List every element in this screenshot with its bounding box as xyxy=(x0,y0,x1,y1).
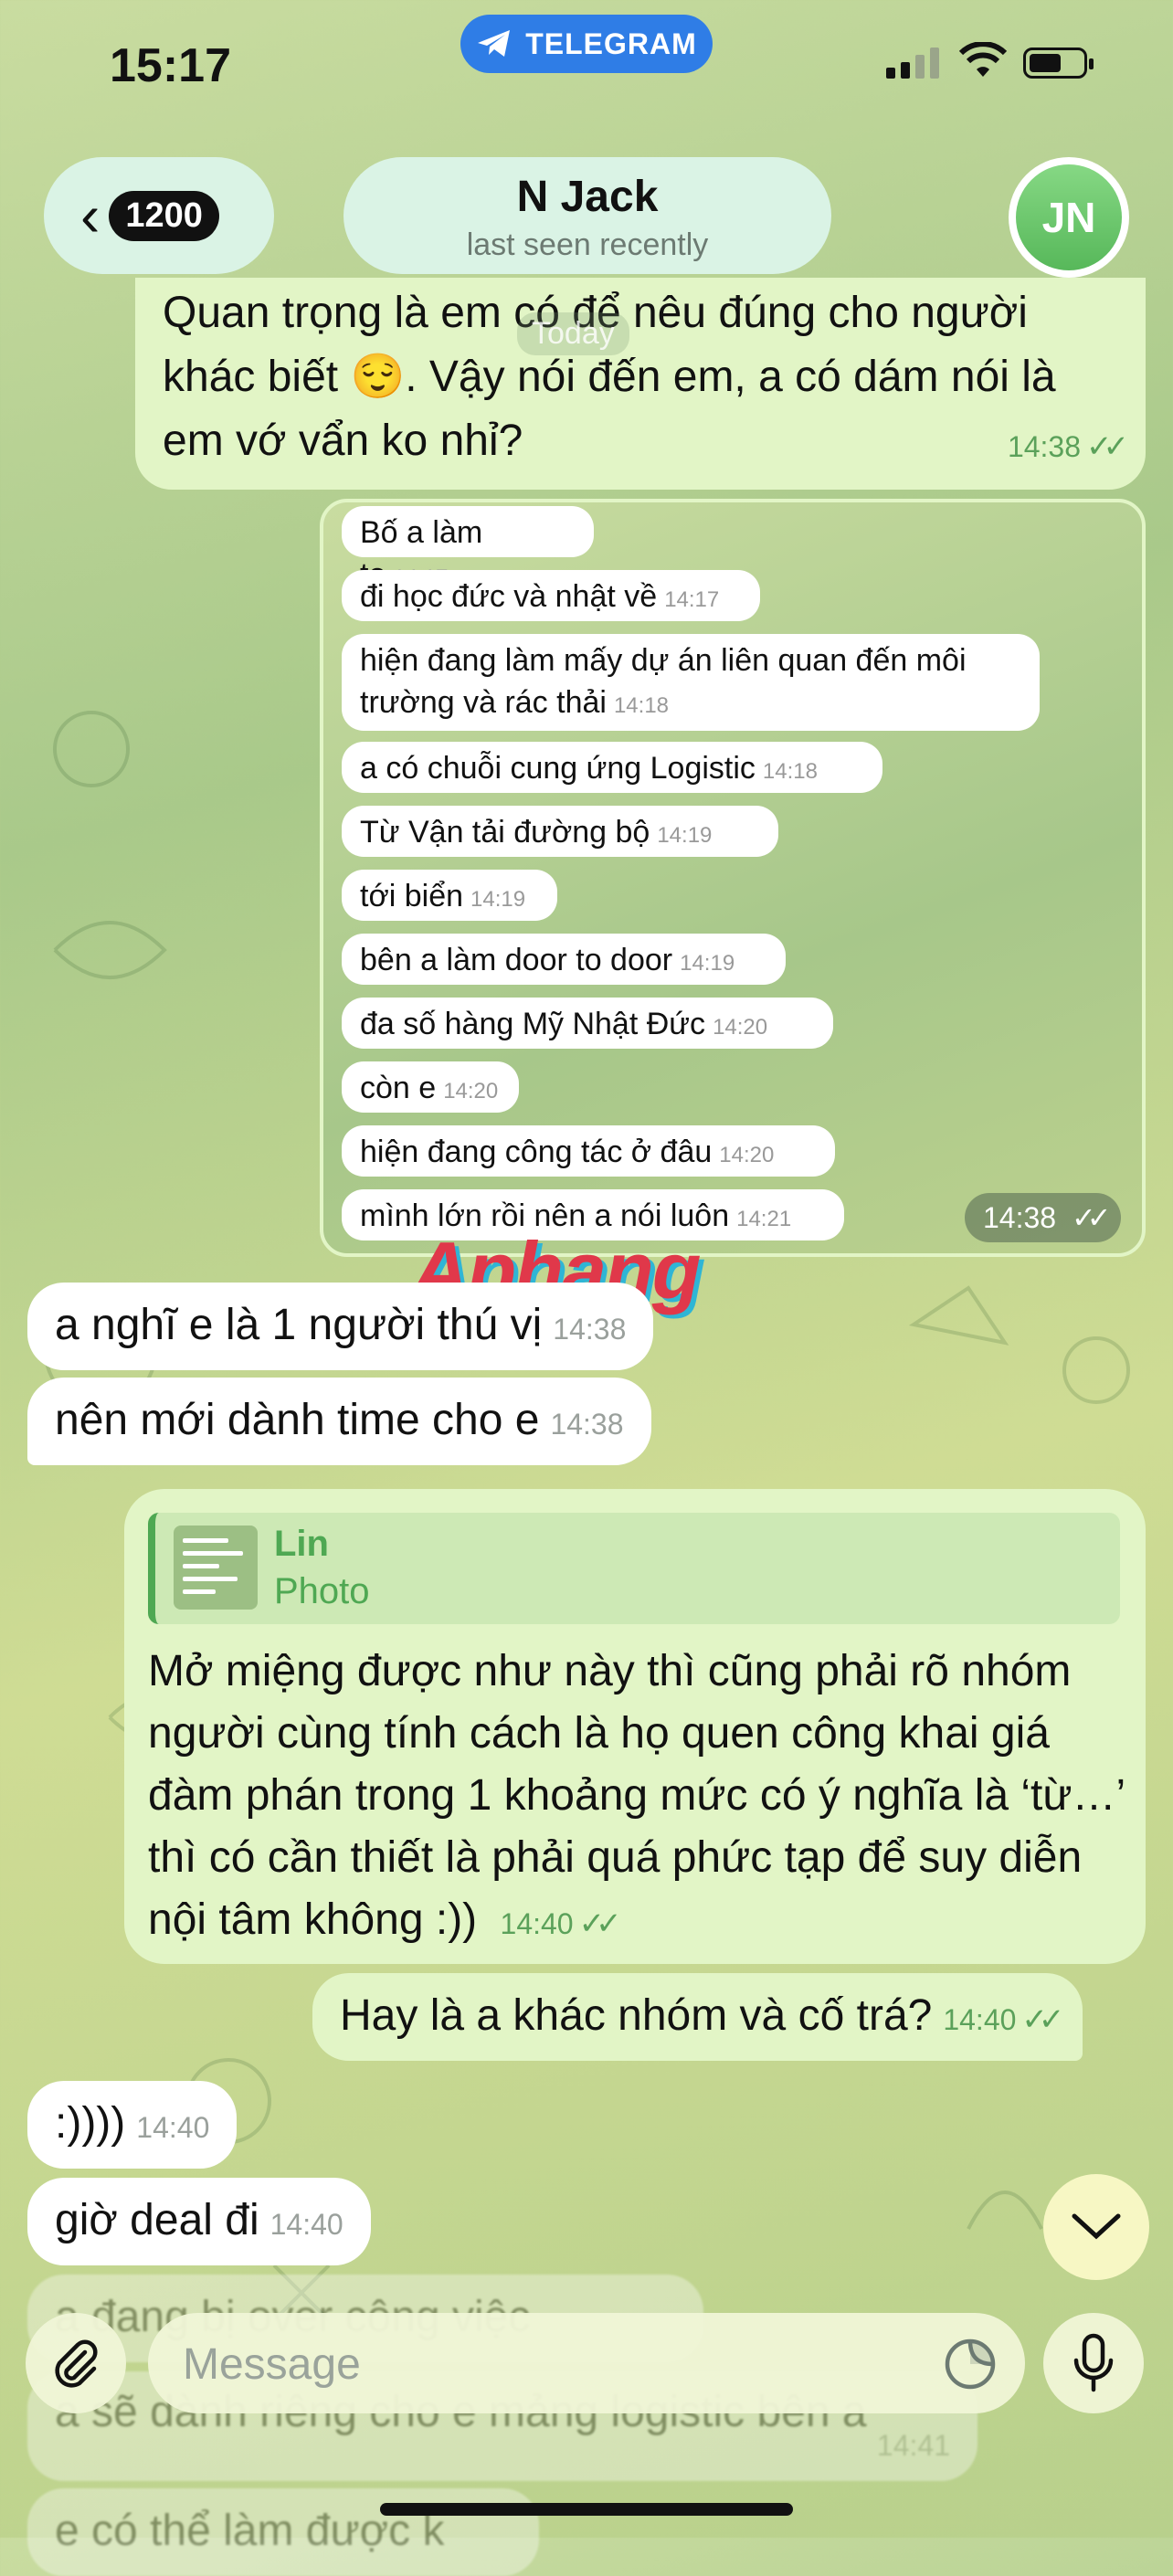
contact-name: N Jack xyxy=(516,173,659,221)
message-incoming[interactable]: nên mới dành time cho e 14:38 xyxy=(27,1378,651,1465)
screenshot-message-time: 14:19 xyxy=(657,823,713,848)
message-incoming[interactable]: a nghĩ e là 1 người thú vị 14:38 xyxy=(27,1283,654,1370)
screenshot-message-time: 14:19 xyxy=(680,951,735,976)
message-incoming[interactable]: giờ deal đi 14:40 xyxy=(27,2178,371,2265)
photo-message-time: 14:38 ✓✓ xyxy=(965,1193,1121,1242)
message-time: 14:40 xyxy=(500,1907,574,1940)
message-time: 14:41 xyxy=(876,2429,950,2462)
screenshot-message-text: tới biển xyxy=(360,879,464,913)
message-time: 14:38 xyxy=(983,1201,1057,1234)
telegram-label: TELEGRAM xyxy=(525,26,697,60)
message-time: 14:38 xyxy=(553,1313,627,1346)
screenshot-message-time: 14:21 xyxy=(736,1207,792,1231)
message-input[interactable] xyxy=(181,2331,934,2397)
message-text: giờ deal đi xyxy=(55,2196,259,2244)
screenshot-message-time: 14:19 xyxy=(470,887,526,912)
screenshot-message-text: bên a làm door to door xyxy=(360,943,673,977)
screenshot-message-text: đi học đức và nhật về xyxy=(360,579,658,614)
screenshot-message: bên a làm door to door 14:19 xyxy=(342,934,786,985)
microphone-icon xyxy=(1073,2333,1114,2392)
message-time: 14:38 xyxy=(1007,430,1082,463)
unread-count-badge: 1200 xyxy=(109,190,219,241)
screenshot-message-time: 14:17 xyxy=(664,587,720,612)
return-to-telegram-pill[interactable]: TELEGRAM xyxy=(460,15,713,73)
screenshot-message-text: đa số hàng Mỹ Nhật Đức xyxy=(360,1007,706,1041)
screenshot-message: đa số hàng Mỹ Nhật Đức 14:20 xyxy=(342,998,833,1049)
message-text: Mở miệng được như này thì cũng phải rõ n… xyxy=(148,1647,1125,1944)
wifi-icon xyxy=(959,42,1007,77)
screenshot-message: còn e 14:20 xyxy=(342,1061,519,1113)
screenshot-message: hiện đang làm mấy dự án liên quan đến mô… xyxy=(342,634,1040,731)
message-time: 14:40 xyxy=(136,2111,210,2144)
read-checkmarks-icon: ✓✓ xyxy=(1071,1201,1112,1234)
screenshot-message-time: 14:20 xyxy=(443,1079,499,1103)
message-text: nên mới dành time cho e xyxy=(55,1396,540,1444)
quoted-photo-thumbnail xyxy=(174,1526,258,1610)
attach-button[interactable] xyxy=(26,2313,126,2413)
chat-title[interactable]: N Jack last seen recently xyxy=(343,157,831,274)
quoted-message[interactable]: Lin Photo xyxy=(148,1513,1120,1624)
screenshot-message: Bố a làm to14:17 xyxy=(342,506,594,592)
screenshot-message: đi học đức và nhật về 14:17 xyxy=(342,570,760,621)
read-checkmarks-icon: ✓✓ xyxy=(1086,429,1129,464)
avatar-initials: JN xyxy=(1016,164,1122,270)
home-indicator[interactable] xyxy=(380,2503,793,2516)
date-divider: Today xyxy=(517,312,629,355)
screenshot-message-time: 14:18 xyxy=(613,693,670,718)
message-time: 14:40 xyxy=(943,2003,1017,2036)
message-text: a nghĩ e là 1 người thú vị xyxy=(55,1301,543,1349)
screenshot-message-time: 14:18 xyxy=(762,759,818,784)
screenshot-message-time: 14:20 xyxy=(719,1143,775,1167)
screenshot-message-text: hiện đang công tác ở đâu xyxy=(360,1135,713,1169)
message-outgoing[interactable]: Hay là a khác nhóm và cố trá? 14:40 ✓✓ xyxy=(312,1973,1083,2061)
photo-message[interactable]: Bố a làm to14:17đi học đức và nhật về14:… xyxy=(320,499,1146,1257)
scroll-down-button[interactable] xyxy=(1043,2174,1149,2280)
message-input-field[interactable] xyxy=(148,2313,1025,2413)
contact-avatar[interactable]: JN xyxy=(1009,157,1129,278)
screenshot-message: tới biển 14:19 xyxy=(342,870,557,921)
message-outgoing-reply[interactable]: Lin Photo Mở miệng được như này thì cũng… xyxy=(124,1489,1146,1964)
chevron-left-icon: ‹ xyxy=(80,183,100,248)
quoted-sender: Lin xyxy=(274,1524,329,1564)
screenshot-message-text: còn e xyxy=(360,1071,437,1105)
screenshot-message: Từ Vận tải đường bộ 14:19 xyxy=(342,806,778,857)
telegram-icon xyxy=(478,30,511,57)
read-checkmarks-icon: ✓✓ xyxy=(578,1906,622,1941)
screenshot-message-text: a có chuỗi cung ứng Logistic xyxy=(360,751,756,786)
voice-record-button[interactable] xyxy=(1043,2313,1144,2413)
message-text: :)))) xyxy=(55,2099,126,2148)
screenshot-message-text: Từ Vận tải đường bộ xyxy=(360,815,650,850)
status-bar: 15:17 TELEGRAM xyxy=(0,0,1173,137)
screenshot-message: hiện đang công tác ở đâu 14:20 xyxy=(342,1125,835,1177)
back-button[interactable]: ‹ 1200 xyxy=(44,157,274,274)
quoted-type: Photo xyxy=(274,1571,370,1611)
message-time: 14:40 xyxy=(269,2208,343,2241)
screenshot-message-time: 14:20 xyxy=(713,1015,768,1040)
last-seen-status: last seen recently xyxy=(466,227,709,262)
message-incoming[interactable]: e có thể làm được k xyxy=(27,2488,539,2576)
chevron-down-icon xyxy=(1072,2213,1121,2240)
read-checkmarks-icon: ✓✓ xyxy=(1021,2002,1064,2037)
message-outgoing[interactable]: Quan trọng là em có để nêu đúng cho ngườ… xyxy=(135,278,1146,490)
message-time: 14:38 xyxy=(550,1408,624,1441)
message-incoming[interactable]: :)))) 14:40 xyxy=(27,2081,238,2169)
status-time: 15:17 xyxy=(110,39,231,92)
battery-icon xyxy=(1023,48,1094,79)
screenshot-message: a có chuỗi cung ứng Logistic 14:18 xyxy=(342,742,882,793)
paperclip-icon xyxy=(55,2339,98,2388)
cellular-signal-icon xyxy=(886,48,939,79)
message-text: Hay là a khác nhóm và cố trá? xyxy=(340,1991,933,2040)
sticker-icon[interactable] xyxy=(943,2337,998,2391)
